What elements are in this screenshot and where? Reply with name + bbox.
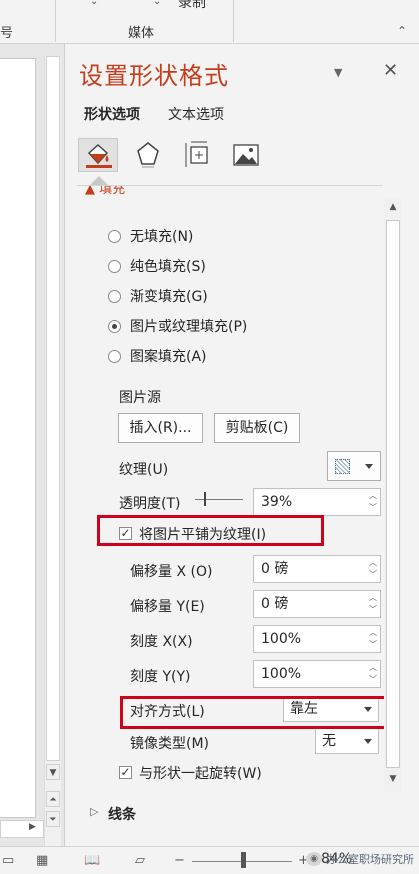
reading-view-icon[interactable]: 📖	[84, 853, 100, 868]
radio-label: 纯色填充(S)	[130, 259, 206, 275]
offset-y-input[interactable]: 0 磅 ︿ ﹀	[253, 590, 381, 618]
spinner-arrows-icon[interactable]: ︿ ﹀	[368, 592, 378, 616]
radio-button[interactable]	[108, 259, 121, 273]
zoom-slider-thumb[interactable]	[241, 852, 246, 868]
offset-x-value: 0 磅	[261, 561, 289, 577]
mirror-type-label: 镜像类型(M)	[130, 736, 210, 752]
rotate-with-shape-checkbox[interactable]: ✓	[119, 766, 132, 779]
scroll-down-icon[interactable]: ▼	[46, 764, 60, 780]
clipboard-button[interactable]: 剪贴板(C)	[214, 413, 300, 443]
radio-label: 图案填充(A)	[130, 349, 207, 365]
pane-title: 设置形状格式	[79, 62, 229, 90]
highlight-box	[97, 515, 324, 546]
spinner-arrows-icon[interactable]: ︿ ﹀	[368, 627, 378, 651]
mirror-type-dropdown[interactable]: 无	[315, 728, 379, 754]
transparency-label: 透明度(T)	[119, 496, 181, 512]
texture-label: 纹理(U)	[119, 462, 169, 478]
spinner-arrows-icon[interactable]: ︿ ﹀	[368, 557, 378, 581]
radio-button[interactable]	[108, 289, 121, 303]
slide-editor-area: ▼ ⏶ ⏷	[0, 44, 65, 846]
next-slide-icon[interactable]: ⏷	[46, 811, 60, 827]
scale-x-input[interactable]: 100% ︿ ﹀	[253, 625, 381, 653]
texture-swatch-icon	[335, 458, 351, 474]
notes-icon[interactable]: ▭	[2, 853, 14, 868]
texture-picker[interactable]	[327, 451, 381, 481]
line-section-header[interactable]: 线条	[108, 804, 136, 824]
previous-slide-icon[interactable]: ⏶	[46, 791, 60, 807]
offset-x-label: 偏移量 X (O)	[130, 564, 213, 580]
scale-x-value: 100%	[261, 631, 302, 647]
radio-label: 图片或纹理填充(P)	[130, 319, 248, 335]
selected-category-pointer	[90, 176, 108, 185]
tab-text-options[interactable]: 文本选项	[168, 104, 224, 124]
spinner-arrows-icon[interactable]: ︿ ﹀	[368, 490, 378, 514]
expand-arrow-icon[interactable]: ▷	[90, 805, 98, 818]
transparency-slider-thumb[interactable]	[204, 492, 206, 506]
scale-x-label: 刻度 X(X)	[130, 634, 193, 650]
transparency-slider[interactable]	[195, 499, 243, 500]
pane-options-icon[interactable]: ▼	[334, 66, 342, 79]
record-label[interactable]: 录制	[178, 0, 206, 12]
offset-x-input[interactable]: 0 磅 ︿ ﹀	[253, 555, 381, 583]
scrollbar-thumb[interactable]	[46, 56, 60, 761]
picture-source-label: 图片源	[119, 390, 161, 406]
zoom-out-icon[interactable]: −	[174, 853, 185, 868]
transparency-value: 39%	[261, 494, 293, 510]
radio-no-fill[interactable]: 无填充(N)	[108, 226, 193, 246]
slideshow-icon[interactable]: ▱	[135, 853, 145, 868]
spinner-arrows-icon[interactable]: ︿ ﹀	[368, 662, 378, 686]
slide-sorter-icon[interactable]: ▦	[36, 853, 48, 868]
media-group-label: 媒体	[128, 26, 155, 41]
pane-scrollbar-thumb[interactable]	[386, 220, 400, 768]
insert-button[interactable]: 插入(R)...	[118, 413, 203, 443]
highlight-box	[120, 696, 396, 729]
ribbon-partial-label: 号	[0, 26, 14, 41]
ribbon: 号 ⌄ ⌄ 录制 媒体 ⌃	[0, 0, 419, 44]
chevron-down-icon	[364, 739, 372, 744]
collapse-ribbon-icon[interactable]: ⌃	[397, 24, 407, 38]
pane-scrollbar[interactable]: ▲ ▼	[384, 198, 401, 792]
scroll-right-icon[interactable]: ▶	[29, 822, 36, 832]
chevron-down-icon	[364, 463, 373, 469]
watermark: ◉ 办公室职场研究所	[306, 851, 414, 867]
offset-y-value: 0 磅	[261, 596, 289, 612]
radio-picture-texture-fill[interactable]: 图片或纹理填充(P)	[108, 316, 247, 336]
chevron-down-icon[interactable]: ⌄	[90, 0, 98, 7]
offset-y-label: 偏移量 Y(E)	[130, 599, 205, 615]
scale-y-label: 刻度 Y(Y)	[130, 669, 191, 685]
scroll-down-icon[interactable]: ▼	[386, 774, 400, 784]
radio-button[interactable]	[108, 319, 121, 333]
effects-icon[interactable]	[128, 138, 168, 172]
scale-y-input[interactable]: 100% ︿ ﹀	[253, 660, 381, 688]
radio-label: 渐变填充(G)	[130, 289, 208, 305]
radio-button[interactable]	[108, 349, 121, 363]
watermark-text: 办公室职场研究所	[326, 853, 414, 866]
wechat-icon: ◉	[306, 852, 322, 866]
vertical-scrollbar[interactable]: ▼ ⏶ ⏷	[44, 56, 61, 846]
fill-section-header[interactable]: ▲ 填充	[85, 185, 126, 197]
ribbon-divider	[233, 0, 234, 42]
radio-label: 无填充(N)	[130, 229, 194, 245]
radio-gradient-fill[interactable]: 渐变填充(G)	[108, 286, 208, 306]
slide-canvas[interactable]	[0, 58, 36, 818]
radio-pattern-fill[interactable]: 图案填充(A)	[108, 346, 207, 366]
horizontal-scrollbar[interactable]: ▶	[0, 820, 44, 838]
rotate-with-shape-label: 与形状一起旋转(W)	[139, 766, 262, 782]
radio-button[interactable]	[108, 229, 121, 243]
scroll-up-icon[interactable]: ▲	[386, 202, 400, 212]
mirror-type-value: 无	[322, 733, 336, 749]
tab-shape-options[interactable]: 形状选项	[84, 104, 140, 124]
fill-line-icon[interactable]	[78, 138, 118, 172]
picture-icon[interactable]	[226, 138, 266, 172]
scale-y-value: 100%	[261, 666, 302, 682]
close-icon[interactable]: ✕	[383, 60, 398, 81]
radio-solid-fill[interactable]: 纯色填充(S)	[108, 256, 206, 276]
ribbon-divider	[55, 0, 56, 42]
fill-header-label: 填充	[99, 185, 126, 197]
chevron-down-icon[interactable]: ⌄	[153, 0, 161, 7]
size-properties-icon[interactable]	[178, 138, 218, 172]
transparency-input[interactable]: 39% ︿ ﹀	[253, 488, 381, 516]
